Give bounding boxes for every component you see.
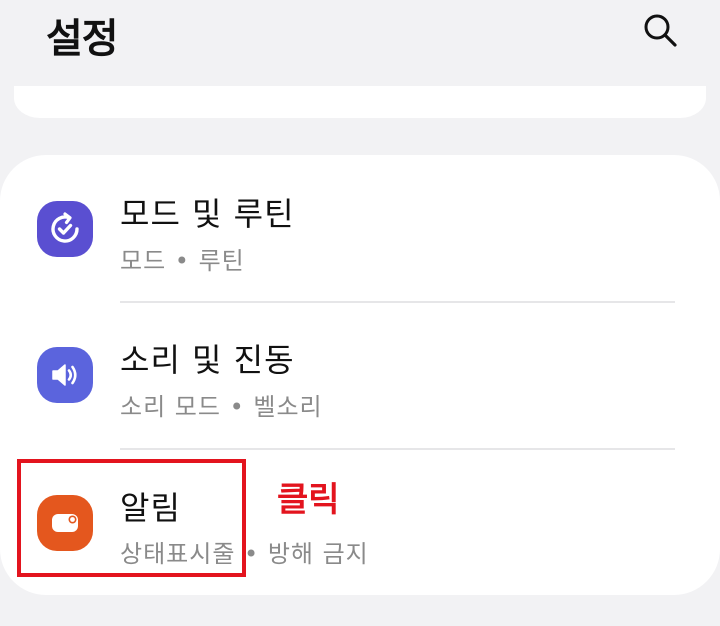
click-annotation-label: 클릭: [277, 480, 340, 520]
setting-item-modes-routines[interactable]: 모드 및 루틴 모드 • 루틴: [0, 155, 720, 303]
modes-routines-icon: [37, 201, 93, 257]
speaker-icon: [37, 347, 93, 403]
setting-subtitle: 모드 • 루틴: [120, 247, 245, 275]
page-title: 설정: [46, 16, 119, 62]
setting-title: 모드 및 루틴: [120, 195, 295, 233]
search-icon: [644, 14, 677, 47]
setting-item-sound-vibration[interactable]: 소리 및 진동 소리 모드 • 벨소리: [0, 303, 720, 451]
previous-section-card: [14, 86, 706, 118]
setting-subtitle: 소리 모드 • 벨소리: [120, 393, 323, 421]
search-button[interactable]: [640, 10, 680, 50]
highlight-box: [17, 459, 246, 577]
setting-title: 소리 및 진동: [120, 341, 295, 379]
